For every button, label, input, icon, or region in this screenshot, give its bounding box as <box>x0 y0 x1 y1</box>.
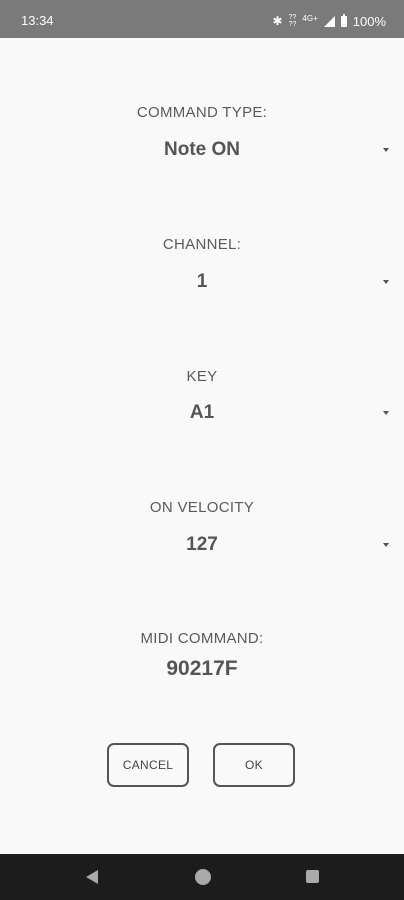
ok-button[interactable]: OK <box>213 743 295 787</box>
navigation-bar <box>0 854 404 900</box>
key-dropdown[interactable]: A1 <box>0 402 404 424</box>
dropdown-arrow-icon[interactable] <box>383 411 389 415</box>
bluetooth-icon: ✱ <box>272 14 283 28</box>
midi-command-label: MIDI COMMAND: <box>140 630 264 647</box>
network-speed-bottom: ?? <box>288 21 297 28</box>
network-type: 4G+ <box>302 13 318 23</box>
dropdown-arrow-icon[interactable] <box>383 148 389 152</box>
velocity-label: ON VELOCITY <box>149 499 255 516</box>
channel-dropdown[interactable]: 1 <box>0 271 404 293</box>
dropdown-arrow-icon[interactable] <box>383 543 389 547</box>
cancel-button[interactable]: CANCEL <box>107 743 189 787</box>
channel-label: CHANNEL: <box>162 236 242 253</box>
midi-command-value: 90217F <box>166 657 238 680</box>
command-type-label: COMMAND TYPE: <box>136 104 268 121</box>
status-icons: ✱ ?? ?? 4G+ 100% <box>273 11 386 31</box>
status-time: 13:34 <box>21 13 54 28</box>
back-icon[interactable] <box>86 870 98 884</box>
battery-percent: 100% <box>352 13 386 29</box>
midi-command-editor: COMMAND TYPE: Note ON CHANNEL: 1 KEY A1 … <box>0 38 404 854</box>
network-speed-top: ?? <box>288 14 297 21</box>
recents-icon[interactable] <box>306 870 319 883</box>
battery-icon <box>340 13 347 27</box>
status-bar: 13:34 ✱ ?? ?? 4G+ 100% <box>0 0 404 38</box>
key-label: KEY <box>186 368 218 385</box>
velocity-dropdown[interactable]: 127 <box>0 534 404 556</box>
signal-icon <box>323 15 335 27</box>
home-icon[interactable] <box>195 869 211 885</box>
command-type-dropdown[interactable]: Note ON <box>0 139 404 161</box>
network-speed: ?? ?? <box>289 14 297 28</box>
dropdown-arrow-icon[interactable] <box>383 280 389 284</box>
